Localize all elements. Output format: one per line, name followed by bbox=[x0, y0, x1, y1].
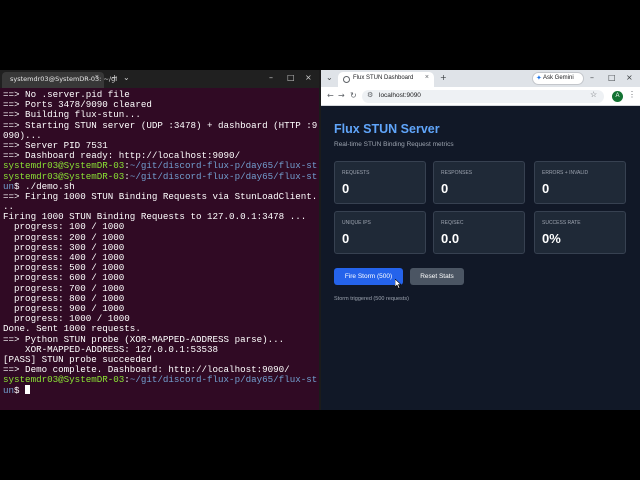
dashboard-page: Flux STUN Server Real-time STUN Binding … bbox=[321, 106, 640, 410]
browser-tab[interactable]: Flux STUN Dashboard × bbox=[338, 72, 434, 87]
close-icon[interactable]: × bbox=[95, 74, 99, 81]
sparkle-icon: ✦ bbox=[536, 75, 542, 82]
metric-value: 0 bbox=[441, 181, 449, 196]
status-message: Storm triggered (500 requests) bbox=[334, 296, 409, 302]
terminal-cursor bbox=[25, 385, 31, 395]
prompt-path: ~/git/discord-flux-p/day65/flux-st bbox=[129, 374, 318, 386]
browser-menu-icon[interactable]: ⋮ bbox=[628, 90, 636, 99]
metric-label: UNIQUE IPS bbox=[342, 220, 371, 226]
window-close-icon[interactable]: × bbox=[626, 73, 633, 82]
maximize-icon[interactable]: □ bbox=[287, 73, 295, 82]
chevron-down-icon[interactable]: ⌄ bbox=[123, 73, 130, 82]
forward-icon[interactable]: → bbox=[338, 91, 345, 100]
new-tab-icon[interactable]: + bbox=[440, 73, 447, 82]
terminal-line: ==> Firing 1000 STUN Binding Requests vi… bbox=[3, 190, 318, 202]
metric-label: SUCCESS RATE bbox=[542, 220, 581, 226]
terminal-window[interactable]: systemdr03@SystemDR-03: ~/gi × + ⌄ – □ ×… bbox=[0, 70, 319, 410]
terminal-lines: ==> No .server.pid file ==> Ports 3478/90… bbox=[3, 89, 318, 397]
browser-tab-title: Flux STUN Dashboard bbox=[353, 75, 414, 81]
metric-card-requests: REQUESTS 0 bbox=[334, 161, 426, 204]
metric-card-responses: RESPONSES 0 bbox=[433, 161, 525, 204]
back-icon[interactable]: ← bbox=[327, 91, 334, 100]
close-icon[interactable]: × bbox=[425, 74, 429, 81]
ask-gemini-label: Ask Gemini bbox=[543, 75, 574, 81]
reset-stats-button[interactable]: Reset Stats bbox=[410, 268, 464, 285]
metric-card-req-per-sec: REQ/SEC 0.0 bbox=[433, 211, 525, 254]
address-bar-row: ← → ↻ ⚙ localhost:9090 ☆ A ⋮ bbox=[321, 87, 640, 106]
browser-window[interactable]: ⌄ Flux STUN Dashboard × + ✦ Ask Gemini –… bbox=[321, 70, 640, 410]
browser-tab-strip: ⌄ Flux STUN Dashboard × + ✦ Ask Gemini –… bbox=[321, 70, 640, 87]
maximize-icon[interactable]: □ bbox=[608, 73, 616, 82]
profile-avatar[interactable]: A bbox=[612, 91, 623, 102]
prompt-userhost: systemdr03@SystemDR-03 bbox=[3, 374, 125, 386]
metric-value: 0 bbox=[342, 181, 350, 196]
terminal-line: un$ bbox=[3, 385, 317, 397]
globe-icon bbox=[343, 76, 350, 83]
metric-label: REQ/SEC bbox=[441, 220, 464, 226]
terminal-output[interactable]: ==> No .server.pid file ==> Ports 3478/90… bbox=[0, 88, 319, 410]
address-bar[interactable]: ⚙ localhost:9090 bbox=[362, 90, 604, 103]
metric-value: 0.0 bbox=[441, 231, 460, 246]
minimize-icon[interactable]: – bbox=[269, 73, 273, 82]
terminal-tab-bar: systemdr03@SystemDR-03: ~/gi × + ⌄ – □ × bbox=[0, 70, 319, 88]
mouse-pointer-icon bbox=[395, 279, 402, 289]
metric-value: 0 bbox=[342, 231, 350, 246]
ask-gemini-button[interactable]: ✦ Ask Gemini bbox=[532, 72, 584, 85]
bookmark-star-icon[interactable]: ☆ bbox=[590, 90, 597, 99]
terminal-line: systemdr03@SystemDR-03:~/git/discord-flu… bbox=[3, 375, 317, 385]
line-text: ==> Starting STUN server (UDP :3478) + d… bbox=[3, 119, 318, 131]
new-tab-icon[interactable]: + bbox=[111, 73, 118, 82]
tab-search-icon[interactable]: ⌄ bbox=[326, 73, 333, 82]
site-info-icon[interactable]: ⚙ bbox=[367, 91, 373, 99]
prompt-path: ~/git/discord-flux-p/day65/flux-st bbox=[129, 170, 318, 182]
metric-card-unique-ips: UNIQUE IPS 0 bbox=[334, 211, 426, 254]
fire-storm-button[interactable]: Fire Storm (500) bbox=[334, 268, 403, 285]
metric-card-success-rate: SUCCESS RATE 0% bbox=[534, 211, 626, 254]
line-text: ==> Firing 1000 STUN Binding Requests vi… bbox=[3, 190, 318, 202]
reload-icon[interactable]: ↻ bbox=[350, 91, 357, 100]
url-text[interactable]: localhost:9090 bbox=[379, 92, 421, 99]
terminal-tab[interactable]: systemdr03@SystemDR-03: ~/gi × bbox=[2, 72, 117, 88]
metric-label: REQUESTS bbox=[342, 170, 370, 176]
metric-card-errors: ERRORS + INVALID 0 bbox=[534, 161, 626, 204]
page-subtitle: Real-time STUN Binding Request metrics bbox=[334, 141, 454, 148]
terminal-line: ==> Starting STUN server (UDP :3478) + d… bbox=[3, 119, 318, 131]
metric-value: 0% bbox=[542, 231, 561, 246]
metric-value: 0 bbox=[542, 181, 550, 196]
line-text: $ bbox=[14, 385, 26, 397]
metric-label: RESPONSES bbox=[441, 170, 473, 176]
prompt-path: un bbox=[3, 385, 15, 397]
terminal-tab-title: systemdr03@SystemDR-03: ~/gi bbox=[10, 75, 118, 83]
minimize-icon[interactable]: – bbox=[590, 73, 594, 82]
metric-label: ERRORS + INVALID bbox=[542, 170, 589, 176]
window-close-icon[interactable]: × bbox=[305, 73, 312, 82]
page-title: Flux STUN Server bbox=[334, 122, 440, 136]
